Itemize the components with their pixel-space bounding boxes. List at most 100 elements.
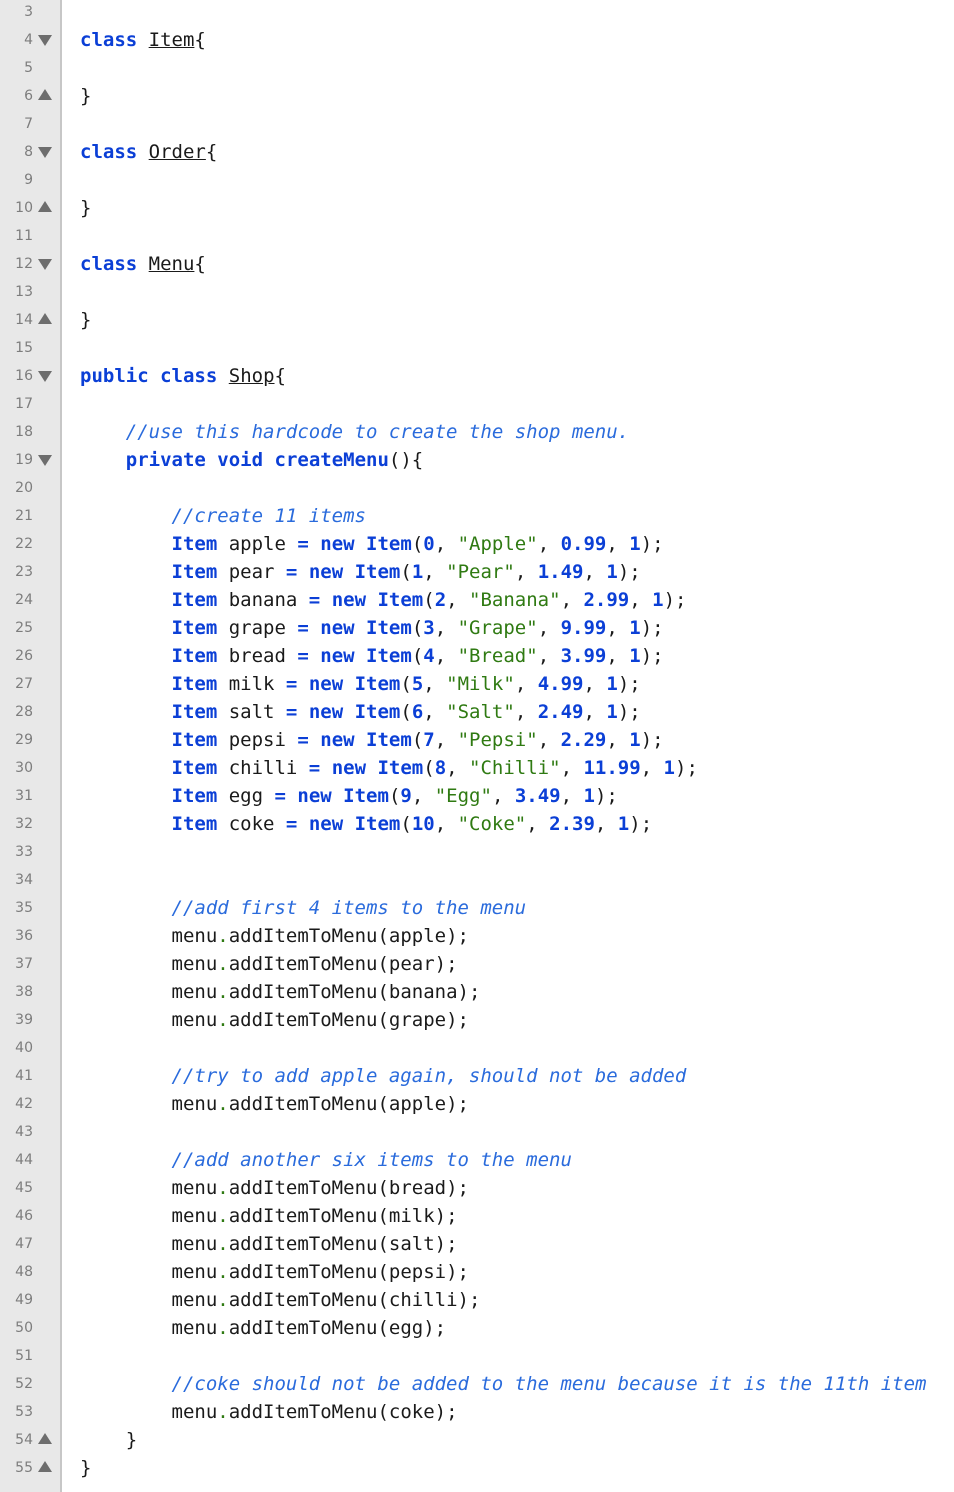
fold-collapse-icon[interactable]: [38, 259, 52, 270]
fold-collapse-icon[interactable]: [38, 371, 52, 382]
code-token: ,: [583, 561, 606, 583]
line-number: 26: [15, 642, 33, 670]
code-token: "Milk": [446, 673, 515, 695]
code-line[interactable]: menu.addItemToMenu(salt);: [80, 1230, 458, 1258]
code-token: addItemToMenu(apple);: [229, 1093, 469, 1115]
code-token: [80, 561, 172, 583]
code-token: addItemToMenu(banana);: [229, 981, 481, 1003]
code-line[interactable]: //coke should not be added to the menu b…: [80, 1370, 927, 1398]
fold-end-icon[interactable]: [38, 1433, 52, 1444]
code-token: ,: [435, 645, 458, 667]
fold-end-icon[interactable]: [38, 1461, 52, 1472]
code-token: }: [80, 85, 91, 107]
code-token: //try to add apple again, should not be …: [172, 1065, 687, 1087]
code-line[interactable]: Item banana = new Item(2, "Banana", 2.99…: [80, 586, 686, 614]
code-line[interactable]: class Menu{: [80, 250, 206, 278]
code-line[interactable]: Item chilli = new Item(8, "Chilli", 11.9…: [80, 754, 698, 782]
line-number: 38: [15, 978, 33, 1006]
code-line[interactable]: menu.addItemToMenu(milk);: [80, 1202, 458, 1230]
code-token: ,: [515, 701, 538, 723]
code-line[interactable]: }: [80, 194, 91, 222]
fold-collapse-icon[interactable]: [38, 455, 52, 466]
code-line[interactable]: Item pear = new Item(1, "Pear", 1.49, 1)…: [80, 558, 641, 586]
fold-end-icon[interactable]: [38, 201, 52, 212]
code-token: [355, 617, 366, 639]
code-token: [137, 29, 148, 51]
code-token: }: [80, 197, 91, 219]
code-line[interactable]: //create 11 items: [80, 502, 366, 530]
code-token: menu: [80, 1317, 217, 1339]
code-line[interactable]: Item egg = new Item(9, "Egg", 3.49, 1);: [80, 782, 618, 810]
code-line[interactable]: menu.addItemToMenu(egg);: [80, 1314, 446, 1342]
line-number: 8: [24, 138, 33, 166]
code-token: 1: [629, 729, 640, 751]
gutter-row: 49: [0, 1286, 62, 1314]
fold-end-icon[interactable]: [38, 313, 52, 324]
fold-collapse-icon[interactable]: [38, 147, 52, 158]
gutter-row: 54: [0, 1426, 62, 1454]
code-token: egg: [217, 785, 274, 807]
code-line[interactable]: menu.addItemToMenu(chilli);: [80, 1286, 480, 1314]
code-token: 7: [423, 729, 434, 751]
code-token: addItemToMenu(milk);: [229, 1205, 458, 1227]
code-area[interactable]: class Item{} class Order{} class Menu{} pub…: [62, 0, 954, 1492]
code-line[interactable]: menu.addItemToMenu(apple);: [80, 922, 469, 950]
code-line[interactable]: Item coke = new Item(10, "Coke", 2.39, 1…: [80, 810, 652, 838]
code-token: [286, 785, 297, 807]
fold-end-icon[interactable]: [38, 89, 52, 100]
gutter-row: 32: [0, 810, 62, 838]
code-line[interactable]: Item pepsi = new Item(7, "Pepsi", 2.29, …: [80, 726, 664, 754]
code-token: [297, 813, 308, 835]
code-token: addItemToMenu(pear);: [229, 953, 458, 975]
code-line[interactable]: }: [80, 1426, 137, 1454]
line-number: 37: [15, 950, 33, 978]
code-token: [263, 449, 274, 471]
code-line[interactable]: menu.addItemToMenu(bread);: [80, 1174, 469, 1202]
code-line[interactable]: }: [80, 1454, 91, 1482]
code-line[interactable]: class Item{: [80, 26, 206, 54]
code-line[interactable]: class Order{: [80, 138, 217, 166]
code-token: new: [320, 617, 354, 639]
code-line[interactable]: Item milk = new Item(5, "Milk", 4.99, 1)…: [80, 670, 641, 698]
code-line[interactable]: //add another six items to the menu: [80, 1146, 572, 1174]
code-line[interactable]: }: [80, 82, 91, 110]
code-line[interactable]: }: [80, 306, 91, 334]
code-line[interactable]: menu.addItemToMenu(pepsi);: [80, 1258, 469, 1286]
gutter-row: 51: [0, 1342, 62, 1370]
gutter-row: 14: [0, 306, 62, 334]
code-token: menu: [80, 1261, 217, 1283]
code-token: =: [286, 701, 297, 723]
code-line[interactable]: Item grape = new Item(3, "Grape", 9.99, …: [80, 614, 664, 642]
code-line[interactable]: //try to add apple again, should not be …: [80, 1062, 686, 1090]
code-line[interactable]: menu.addItemToMenu(grape);: [80, 1006, 469, 1034]
code-line[interactable]: menu.addItemToMenu(apple);: [80, 1090, 469, 1118]
code-token: //add another six items to the menu: [172, 1149, 572, 1171]
code-token: Item: [172, 701, 218, 723]
code-line[interactable]: menu.addItemToMenu(coke);: [80, 1398, 458, 1426]
code-line[interactable]: private void createMenu(){: [80, 446, 423, 474]
line-number: 50: [15, 1314, 33, 1342]
code-token: 1: [412, 561, 423, 583]
code-token: 6: [412, 701, 423, 723]
line-number: 35: [15, 894, 33, 922]
code-line[interactable]: menu.addItemToMenu(banana);: [80, 978, 480, 1006]
code-token: [80, 505, 172, 527]
code-token: [80, 533, 172, 555]
code-token: [355, 645, 366, 667]
code-token: 0: [423, 533, 434, 555]
code-token: new: [320, 729, 354, 751]
code-editor[interactable]: 3456789101112131415161718192021222324252…: [0, 0, 954, 1492]
fold-collapse-icon[interactable]: [38, 35, 52, 46]
code-line[interactable]: menu.addItemToMenu(pear);: [80, 950, 458, 978]
code-line[interactable]: Item salt = new Item(6, "Salt", 2.49, 1)…: [80, 698, 641, 726]
code-token: [217, 365, 228, 387]
code-line[interactable]: //add first 4 items to the menu: [80, 894, 526, 922]
code-line[interactable]: Item apple = new Item(0, "Apple", 0.99, …: [80, 530, 664, 558]
code-token: 1: [652, 589, 663, 611]
code-token: ,: [435, 729, 458, 751]
code-line[interactable]: Item bread = new Item(4, "Bread", 3.99, …: [80, 642, 664, 670]
code-line[interactable]: public class Shop{: [80, 362, 286, 390]
gutter-row: 11: [0, 222, 62, 250]
code-line[interactable]: //use this hardcode to create the shop m…: [80, 418, 629, 446]
code-token: ,: [515, 561, 538, 583]
